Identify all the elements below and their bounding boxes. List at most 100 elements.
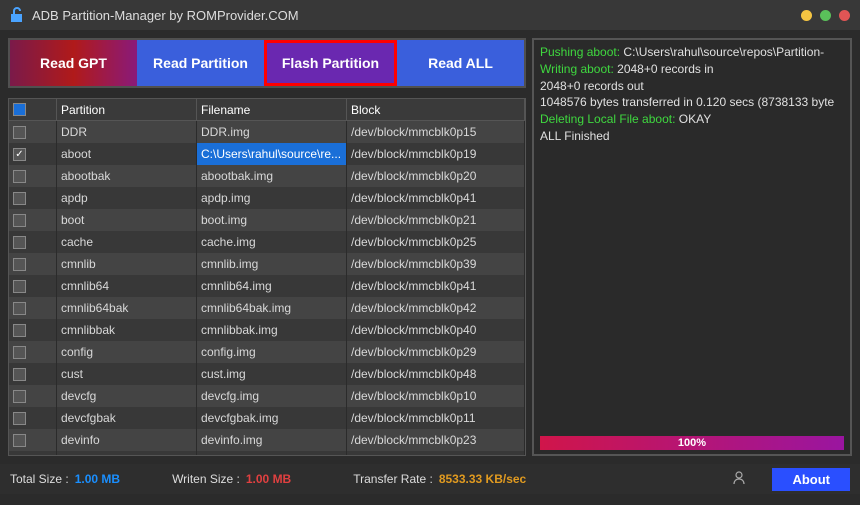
cell-filename: cmnlib.img: [197, 253, 347, 275]
cell-block: /dev/block/mmcblk0p33: [347, 451, 525, 455]
table-row[interactable]: ✓abootC:\Users\rahul\source\re.../dev/bl…: [9, 143, 525, 165]
cell-partition: apdp: [57, 187, 197, 209]
written-size-value: 1.00 MB: [246, 472, 291, 486]
row-checkbox[interactable]: [9, 187, 57, 209]
table-row[interactable]: devcfgbakdevcfgbak.img/dev/block/mmcblk0…: [9, 407, 525, 429]
cell-block: /dev/block/mmcblk0p29: [347, 341, 525, 363]
cell-partition: dip: [57, 451, 197, 455]
table-row[interactable]: devinfodevinfo.img/dev/block/mmcblk0p23: [9, 429, 525, 451]
total-size-value: 1.00 MB: [75, 472, 120, 486]
table-row[interactable]: cmnlib64bakcmnlib64bak.img/dev/block/mmc…: [9, 297, 525, 319]
row-checkbox[interactable]: [9, 165, 57, 187]
cell-filename: cust.img: [197, 363, 347, 385]
table-row[interactable]: devcfgdevcfg.img/dev/block/mmcblk0p10: [9, 385, 525, 407]
row-checkbox[interactable]: [9, 231, 57, 253]
cell-block: /dev/block/mmcblk0p39: [347, 253, 525, 275]
console-line: 2048+0 records out: [540, 78, 844, 95]
cell-block: /dev/block/mmcblk0p20: [347, 165, 525, 187]
cell-partition: aboot: [57, 143, 197, 165]
cell-partition: boot: [57, 209, 197, 231]
table-row[interactable]: custcust.img/dev/block/mmcblk0p48: [9, 363, 525, 385]
table-row[interactable]: abootbakabootbak.img/dev/block/mmcblk0p2…: [9, 165, 525, 187]
cell-filename: DDR.img: [197, 121, 347, 143]
cell-block: /dev/block/mmcblk0p40: [347, 319, 525, 341]
row-checkbox[interactable]: [9, 275, 57, 297]
row-checkbox[interactable]: [9, 429, 57, 451]
row-checkbox[interactable]: [9, 209, 57, 231]
cell-partition: config: [57, 341, 197, 363]
window-controls: [801, 10, 850, 21]
cell-filename: cmnlib64.img: [197, 275, 347, 297]
title-bar: ADB Partition-Manager by ROMProvider.COM: [0, 0, 860, 30]
row-checkbox[interactable]: [9, 319, 57, 341]
cell-partition: cust: [57, 363, 197, 385]
window-title: ADB Partition-Manager by ROMProvider.COM: [32, 8, 299, 23]
row-checkbox[interactable]: [9, 121, 57, 143]
row-checkbox[interactable]: [9, 451, 57, 455]
row-checkbox[interactable]: [9, 297, 57, 319]
table-row[interactable]: dipdip.img/dev/block/mmcblk0p33: [9, 451, 525, 455]
cell-partition: cmnlib: [57, 253, 197, 275]
read-partition-button[interactable]: Read Partition: [137, 40, 264, 86]
row-checkbox[interactable]: ✓: [9, 143, 57, 165]
row-checkbox[interactable]: [9, 253, 57, 275]
cell-block: /dev/block/mmcblk0p10: [347, 385, 525, 407]
cell-filename: devinfo.img: [197, 429, 347, 451]
console-line: Pushing aboot: C:\Users\rahul\source\rep…: [540, 44, 844, 61]
table-row[interactable]: configconfig.img/dev/block/mmcblk0p29: [9, 341, 525, 363]
cell-filename: devcfg.img: [197, 385, 347, 407]
user-icon[interactable]: [732, 471, 746, 488]
written-size-label: Writen Size :: [172, 472, 240, 486]
header-partition[interactable]: Partition: [57, 99, 197, 120]
cell-filename: cmnlib64bak.img: [197, 297, 347, 319]
cell-partition: devcfgbak: [57, 407, 197, 429]
cell-partition: DDR: [57, 121, 197, 143]
cell-block: /dev/block/mmcblk0p23: [347, 429, 525, 451]
partition-table: Partition Filename Block DDRDDR.img/dev/…: [8, 98, 526, 456]
table-row[interactable]: DDRDDR.img/dev/block/mmcblk0p15: [9, 121, 525, 143]
log-panel: Pushing aboot: C:\Users\rahul\source\rep…: [532, 38, 852, 456]
about-button[interactable]: About: [772, 468, 850, 491]
read-gpt-button[interactable]: Read GPT: [10, 40, 137, 86]
row-checkbox[interactable]: [9, 341, 57, 363]
read-all-button[interactable]: Read ALL: [397, 40, 524, 86]
cell-partition: cmnlib64: [57, 275, 197, 297]
minimize-icon[interactable]: [801, 10, 812, 21]
cell-filename: C:\Users\rahul\source\re...: [197, 143, 347, 165]
flash-partition-button[interactable]: Flash Partition: [264, 40, 397, 86]
row-checkbox[interactable]: [9, 407, 57, 429]
header-block[interactable]: Block: [347, 99, 525, 120]
row-checkbox[interactable]: [9, 385, 57, 407]
row-checkbox[interactable]: [9, 363, 57, 385]
console-output: Pushing aboot: C:\Users\rahul\source\rep…: [540, 44, 844, 432]
cell-filename: cache.img: [197, 231, 347, 253]
table-row[interactable]: cmnlibbakcmnlibbak.img/dev/block/mmcblk0…: [9, 319, 525, 341]
total-size-label: Total Size :: [10, 472, 69, 486]
progress-bar: 100%: [540, 436, 844, 450]
table-row[interactable]: cmnlib64cmnlib64.img/dev/block/mmcblk0p4…: [9, 275, 525, 297]
lock-icon: [10, 7, 24, 23]
cell-filename: abootbak.img: [197, 165, 347, 187]
close-icon[interactable]: [839, 10, 850, 21]
cell-filename: devcfgbak.img: [197, 407, 347, 429]
cell-block: /dev/block/mmcblk0p25: [347, 231, 525, 253]
maximize-icon[interactable]: [820, 10, 831, 21]
header-filename[interactable]: Filename: [197, 99, 347, 120]
cell-partition: cache: [57, 231, 197, 253]
table-row[interactable]: cmnlibcmnlib.img/dev/block/mmcblk0p39: [9, 253, 525, 275]
cell-partition: cmnlibbak: [57, 319, 197, 341]
cell-partition: devcfg: [57, 385, 197, 407]
cell-block: /dev/block/mmcblk0p48: [347, 363, 525, 385]
table-body[interactable]: DDRDDR.img/dev/block/mmcblk0p15✓abootC:\…: [9, 121, 525, 455]
console-line: ALL Finished: [540, 128, 844, 145]
header-checkbox[interactable]: [9, 99, 57, 120]
table-row[interactable]: bootboot.img/dev/block/mmcblk0p21: [9, 209, 525, 231]
console-line: 1048576 bytes transferred in 0.120 secs …: [540, 94, 844, 111]
table-row[interactable]: apdpapdp.img/dev/block/mmcblk0p41: [9, 187, 525, 209]
action-button-row: Read GPT Read Partition Flash Partition …: [8, 38, 526, 88]
table-row[interactable]: cachecache.img/dev/block/mmcblk0p25: [9, 231, 525, 253]
cell-block: /dev/block/mmcblk0p11: [347, 407, 525, 429]
cell-filename: boot.img: [197, 209, 347, 231]
cell-partition: devinfo: [57, 429, 197, 451]
cell-block: /dev/block/mmcblk0p42: [347, 297, 525, 319]
